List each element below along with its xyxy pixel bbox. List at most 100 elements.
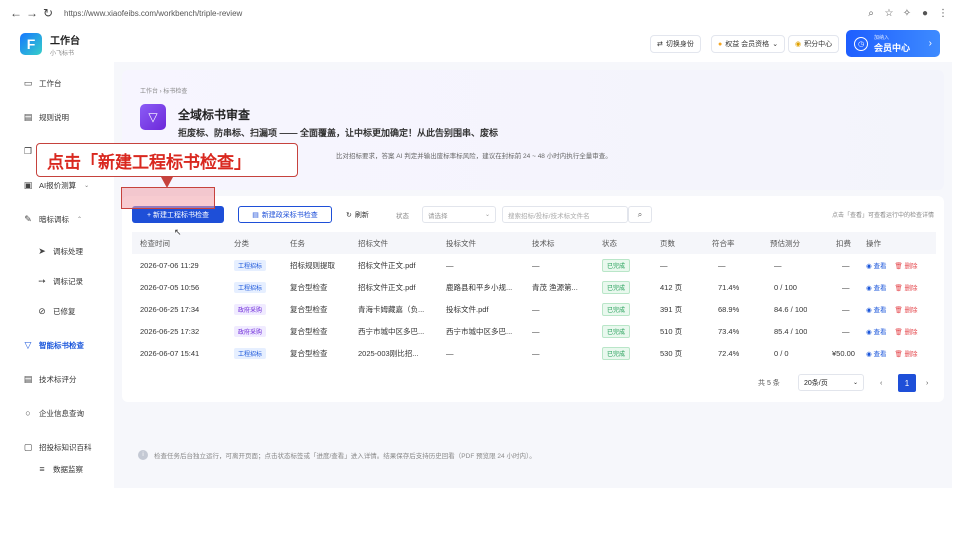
category-tag: 工程招标 bbox=[234, 259, 267, 271]
table-row: 2026-07-06 11:29 工程招标 招标规则提取 招标文件正文.pdf … bbox=[140, 258, 918, 272]
tutorial-callout: 点击「新建工程标书检查」 bbox=[36, 143, 298, 177]
view-button[interactable]: ◉ 查看 bbox=[866, 348, 886, 358]
page-1-button[interactable]: 1 bbox=[898, 374, 916, 392]
send-icon: ➤ bbox=[38, 245, 46, 256]
sidebar-item-tech-score[interactable]: ▤ 技术标评分 bbox=[22, 372, 77, 386]
sidebar-item-smart-check[interactable]: ▽ 智能标书检查 bbox=[22, 338, 84, 352]
status-badge[interactable]: 已完成 bbox=[602, 280, 631, 294]
zoom-icon[interactable]: ⌕ bbox=[862, 8, 880, 19]
toolbar-hint: 点击「查看」可查看运行中的检查详情 bbox=[831, 213, 934, 219]
view-button[interactable]: ◉ 查看 bbox=[866, 304, 886, 314]
chevron-down-icon: ⌄ bbox=[484, 212, 490, 218]
address-bar[interactable]: https://www.xiaofeibs.com/workbench/trip… bbox=[64, 9, 862, 18]
page-title: 全域标书审查 bbox=[178, 108, 251, 122]
menu-icon[interactable]: ⋮ bbox=[934, 8, 952, 19]
back-icon[interactable]: ← bbox=[8, 6, 24, 20]
copy-icon: ❐ bbox=[23, 145, 33, 156]
points-center-button[interactable]: ◉ 积分中心 bbox=[788, 35, 840, 53]
sidebar-item-dark-bid[interactable]: ✎ 暗标调标 ⌃ bbox=[22, 212, 82, 226]
view-button[interactable]: ◉ 查看 bbox=[866, 282, 886, 292]
check-circle-icon: ⊘ bbox=[38, 305, 46, 316]
info-icon: i bbox=[138, 450, 148, 460]
switch-icon: ⇄ bbox=[657, 41, 663, 48]
delete-button[interactable]: 🗑 删除 bbox=[894, 260, 917, 270]
table-header: 检查时间 分类 任务 招标文件 投标文件 技术标 状态 页数 符合率 预估测分 … bbox=[132, 232, 936, 254]
search-input[interactable]: 搜索招标/投标/技术标文件名 bbox=[502, 206, 628, 223]
member-center-button[interactable]: ◷ 加纳入 会员中心 › bbox=[846, 30, 940, 57]
category-tag: 工程招标 bbox=[234, 281, 267, 293]
pagination-total: 共 5 条 bbox=[758, 380, 780, 387]
chevron-down-icon: ⌄ bbox=[84, 182, 90, 189]
search-button[interactable]: ⌕ bbox=[628, 206, 652, 223]
chevron-down-icon: ⌄ bbox=[852, 380, 858, 386]
clipboard-icon: ▤ bbox=[23, 373, 33, 384]
task-card: + 新建工程标书检查 ▤ 新建政采标书检查 ↻ 刷新 状态 请选择 ⌄ 搜索招标… bbox=[122, 196, 944, 402]
category-tag: 政府采购 bbox=[234, 303, 267, 315]
page-description: 比对招标要求，答案 AI 判定并输出废标率标风险，建议在封标前 24 ~ 48 … bbox=[336, 153, 612, 160]
page-size-select[interactable]: 20条/页 ⌄ bbox=[798, 374, 864, 391]
delete-button[interactable]: 🗑 删除 bbox=[894, 304, 917, 314]
status-badge[interactable]: 已完成 bbox=[602, 258, 631, 272]
sidebar-item-ai-quote[interactable]: ▣ AI报价测算 ⌄ bbox=[22, 178, 89, 192]
sidebar-item-data-monitor[interactable]: ≡ 数据监察 bbox=[36, 462, 83, 476]
app-header: F 工作台 小飞标书 ⇄ 切换身份 ● 权益 会员资格 ⌄ ◉ 积分中心 ◷ 加… bbox=[8, 26, 952, 62]
sidebar-item-adjust[interactable]: ➤ 调标处理 bbox=[36, 244, 83, 258]
table-row: 2026-06-25 17:32 政府采购 复合型检查 西宁市城中区多巴... … bbox=[140, 324, 918, 338]
delete-button[interactable]: 🗑 删除 bbox=[894, 348, 917, 358]
status-label: 状态 bbox=[396, 213, 409, 220]
arrow-icon: ➙ bbox=[38, 275, 46, 286]
status-badge[interactable]: 已完成 bbox=[602, 324, 631, 338]
delete-button[interactable]: 🗑 删除 bbox=[894, 326, 917, 336]
browser-toolbar: ← → ↻ https://www.xiaofeibs.com/workbenc… bbox=[0, 0, 960, 26]
breadcrumb: 工作台 › 标书检查 bbox=[140, 89, 188, 95]
filter-icon: ▽ bbox=[24, 339, 32, 350]
star-icon[interactable]: ☆ bbox=[880, 8, 898, 19]
status-select[interactable]: 请选择 ⌄ bbox=[422, 206, 496, 223]
logo-icon: F bbox=[20, 33, 42, 55]
member-level-button[interactable]: ● 权益 会员资格 ⌄ bbox=[711, 35, 786, 53]
chevron-down-icon: ⌄ bbox=[772, 41, 779, 48]
refresh-icon: ↻ bbox=[346, 211, 352, 219]
sidebar-item-adjust-records[interactable]: ➙ 调标记录 bbox=[36, 274, 83, 288]
table-row: 2026-07-05 10:56 工程招标 复合型检查 招标文件正文.pdf 鹿… bbox=[140, 280, 918, 294]
sidebar-item-rules[interactable]: ▤ 规则说明 bbox=[22, 110, 69, 124]
list-icon: ≡ bbox=[39, 464, 45, 474]
desktop-icon: ▭ bbox=[23, 77, 33, 88]
clock-icon: ◷ bbox=[854, 36, 868, 51]
next-page-button[interactable]: › bbox=[926, 374, 928, 392]
forward-icon[interactable]: → bbox=[24, 6, 40, 20]
prev-page-button[interactable]: ‹ bbox=[880, 374, 882, 392]
status-badge[interactable]: 已完成 bbox=[602, 346, 631, 360]
chevron-right-icon: › bbox=[928, 38, 932, 49]
delete-button[interactable]: 🗑 删除 bbox=[894, 282, 917, 292]
doc-icon: ▤ bbox=[23, 111, 33, 122]
view-button[interactable]: ◉ 查看 bbox=[866, 260, 886, 270]
highlight-box bbox=[121, 187, 215, 209]
sidebar-item-company-query[interactable]: ○ 企业信息查询 bbox=[22, 406, 84, 420]
footer-note: i 检查任务后台独立运行，可离开页面；点击状态标签或「进度/查看」进入详情。结果… bbox=[122, 450, 944, 460]
book-icon: ▢ bbox=[23, 441, 33, 452]
reload-icon[interactable]: ↻ bbox=[40, 6, 56, 20]
brand-title: 工作台 bbox=[50, 35, 80, 47]
switch-identity-button[interactable]: ⇄ 切换身份 bbox=[650, 35, 701, 53]
profile-icon[interactable]: ● bbox=[916, 8, 934, 19]
sidebar-item-knowledge[interactable]: ▢ 招投标知识百科 bbox=[22, 440, 92, 454]
sidebar-item-workbench[interactable]: ▭ 工作台 bbox=[22, 76, 62, 90]
brand-subtitle: 小飞标书 bbox=[50, 50, 75, 57]
sidebar: ▭ 工作台 ▤ 规则说明 ❐ ▣ AI报价测算 ⌄ ✎ 暗标调标 ⌃ ➤ 调标处… bbox=[8, 62, 114, 488]
category-tag: 政府采购 bbox=[234, 325, 267, 337]
new-gov-check-button[interactable]: ▤ 新建政采标书检查 bbox=[238, 206, 332, 223]
view-button[interactable]: ◉ 查看 bbox=[866, 326, 886, 336]
refresh-button[interactable]: ↻ 刷新 bbox=[346, 206, 369, 223]
doc-icon: ▤ bbox=[252, 211, 259, 219]
page-subtitle: 拒废标、防串标、扫漏项 —— 全面覆盖，让中标更加确定！从此告别围串、废标 bbox=[178, 128, 499, 138]
status-badge[interactable]: 已完成 bbox=[602, 302, 631, 316]
table-row: 2026-06-07 15:41 工程招标 复合型检查 2025-003刚比招.… bbox=[140, 346, 918, 360]
sidebar-item-fixed[interactable]: ⊘ 已修复 bbox=[36, 304, 75, 318]
extension-icon[interactable]: ✧ bbox=[898, 8, 916, 19]
dot-icon: ● bbox=[718, 40, 723, 48]
filter-icon: ▽ bbox=[140, 104, 166, 130]
app-window: F 工作台 小飞标书 ⇄ 切换身份 ● 权益 会员资格 ⌄ ◉ 积分中心 ◷ 加… bbox=[8, 26, 952, 488]
search-icon: ○ bbox=[25, 408, 31, 418]
main-content: 工作台 › 标书检查 ▽ 全域标书审查 拒废标、防串标、扫漏项 —— 全面覆盖，… bbox=[122, 70, 944, 480]
